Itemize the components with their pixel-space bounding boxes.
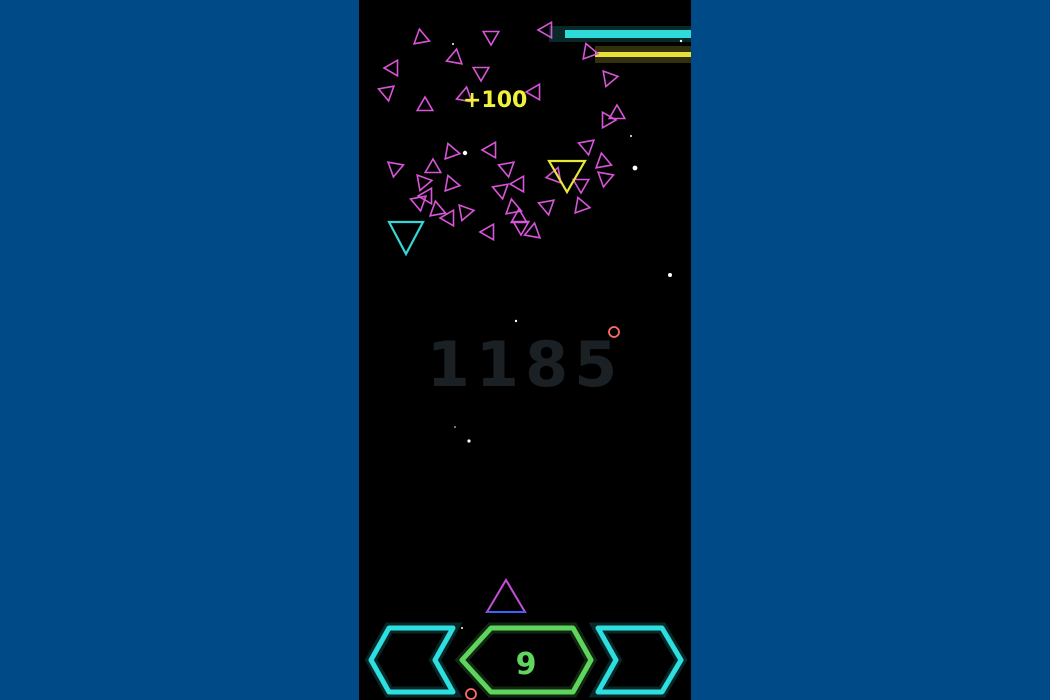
- enemy-triangle: [423, 157, 443, 174]
- playfield-canvas[interactable]: +100 1185 9: [359, 0, 691, 700]
- game-field[interactable]: +100 1185 9: [359, 0, 691, 700]
- enemy-triangle: [596, 171, 616, 189]
- frame-background: +100 1185 9: [0, 0, 1050, 700]
- enemy-triangle: [478, 222, 495, 242]
- ice-enemy: [387, 220, 425, 257]
- enemy-triangle: [508, 174, 525, 194]
- enemy-triangle: [524, 82, 541, 102]
- level-number: 9: [516, 647, 537, 682]
- bonus-enemy: [547, 159, 587, 195]
- enemy-triangle: [576, 139, 596, 157]
- enemy-triangle: [415, 95, 435, 112]
- enemy-triangle: [382, 58, 399, 78]
- enemy-triangle: [574, 195, 592, 215]
- score-display: 1185: [427, 328, 624, 401]
- enemy-triangle: [471, 66, 491, 83]
- enemy-triangle: [458, 203, 476, 223]
- enemy-triangle: [428, 199, 448, 217]
- enemy-triangle: [444, 173, 462, 193]
- enemy-triangle: [444, 141, 462, 161]
- enemy-triangle: [601, 110, 618, 130]
- move-right-button[interactable]: [588, 622, 688, 698]
- enemy-triangle: [594, 151, 614, 169]
- enemy-triangle: [438, 208, 455, 228]
- enemy-triangle: [481, 30, 501, 47]
- enemy-triangle: [490, 183, 510, 201]
- enemy-triangle: [496, 161, 516, 179]
- player-ship: [485, 578, 527, 613]
- bonus-popup: +100: [463, 88, 527, 113]
- enemy-triangle: [480, 140, 497, 160]
- enemy-triangle: [607, 103, 627, 120]
- enemy-triangle: [602, 69, 620, 89]
- enemy-triangle: [444, 47, 464, 65]
- level-button[interactable]: 9: [454, 622, 598, 698]
- enemy-triangle: [386, 161, 406, 179]
- enemy-triangle: [504, 197, 524, 215]
- enemy-triangle: [412, 27, 432, 45]
- laser-beams: [549, 26, 691, 63]
- move-left-button[interactable]: [364, 622, 463, 698]
- enemy-swarm: [376, 20, 627, 242]
- ring-pickup: [465, 688, 477, 700]
- enemy-triangle: [416, 173, 434, 193]
- enemy-triangle: [536, 199, 556, 217]
- enemy-triangle: [571, 178, 591, 195]
- enemy-triangle: [376, 85, 396, 103]
